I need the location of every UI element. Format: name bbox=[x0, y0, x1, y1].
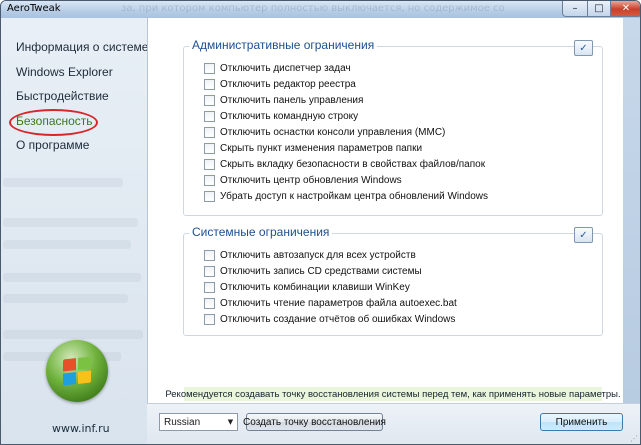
close-icon: ✕ bbox=[621, 3, 631, 14]
option-disable-mmc[interactable]: Отключить оснастки консоли управления (M… bbox=[204, 125, 445, 139]
checkbox[interactable] bbox=[204, 265, 215, 277]
resize-grip-icon[interactable]: ⋰ bbox=[630, 435, 638, 443]
sidebar: Информация о системе Windows Explorer Бы… bbox=[1, 18, 148, 444]
sidebar-item-system-info[interactable]: Информация о системе bbox=[16, 40, 148, 54]
system-restrictions-group: Системные ограничения ✓ Отключить автоза… bbox=[183, 225, 603, 336]
window-edge-strip bbox=[623, 18, 640, 403]
glass-blur-decoration bbox=[3, 330, 143, 339]
option-disable-registry-editor[interactable]: Отключить редактор реестра bbox=[204, 77, 356, 91]
admin-restrictions-group: Административные ограничения ✓ Отключить… bbox=[183, 38, 603, 216]
option-disable-cd-burning[interactable]: Отключить запись CD средствами системы bbox=[204, 264, 422, 278]
checkbox[interactable] bbox=[204, 110, 215, 122]
checkbox[interactable] bbox=[204, 126, 215, 138]
footer-bar: Russian ▼ Создать точку восстановления П… bbox=[147, 403, 640, 444]
windows-flag-icon bbox=[63, 356, 91, 386]
system-select-all-button[interactable]: ✓ bbox=[574, 227, 593, 243]
language-select-value: Russian bbox=[164, 416, 201, 428]
glass-blur-decoration bbox=[3, 294, 128, 303]
admin-select-all-button[interactable]: ✓ bbox=[574, 40, 593, 56]
glass-blur-decoration bbox=[3, 178, 123, 187]
sidebar-item-about[interactable]: О программе bbox=[16, 138, 89, 152]
option-hide-security-tab[interactable]: Скрыть вкладку безопасности в свойствах … bbox=[204, 157, 485, 171]
option-disable-control-panel[interactable]: Отключить панель управления bbox=[204, 93, 363, 107]
checkbox[interactable] bbox=[204, 297, 215, 309]
windows-flag-orb-icon bbox=[46, 340, 108, 402]
glass-blur-decoration bbox=[3, 273, 141, 282]
sidebar-item-security[interactable]: Безопасность bbox=[16, 114, 93, 128]
close-button[interactable]: ✕ bbox=[610, 1, 640, 17]
checkbox[interactable] bbox=[204, 313, 215, 325]
option-remove-update-settings[interactable]: Убрать доступ к настройкам центра обновл… bbox=[204, 189, 488, 203]
create-restore-point-button[interactable]: Создать точку восстановления bbox=[243, 413, 386, 431]
glass-blur-decoration bbox=[3, 240, 131, 249]
maximize-icon: □ bbox=[594, 3, 604, 14]
checkbox[interactable] bbox=[204, 190, 215, 202]
option-disable-winkey[interactable]: Отключить комбинации клавиши WinKey bbox=[204, 280, 410, 294]
admin-restrictions-title: Административные ограничения bbox=[189, 38, 378, 52]
apply-button[interactable]: Применить bbox=[540, 413, 623, 431]
language-select[interactable]: Russian ▼ bbox=[159, 413, 238, 431]
option-disable-autorun[interactable]: Отключить автозапуск для всех устройств bbox=[204, 248, 416, 262]
app-window: AeroTweak за, при котором компьютер полн… bbox=[0, 0, 641, 445]
checkbox[interactable] bbox=[204, 94, 215, 106]
option-disable-task-manager[interactable]: Отключить диспетчер задач bbox=[204, 61, 351, 75]
option-hide-folder-options[interactable]: Скрыть пункт изменения параметров папки bbox=[204, 141, 422, 155]
checkbox[interactable] bbox=[204, 158, 215, 170]
minimize-button[interactable]: – bbox=[562, 1, 588, 17]
checkbox[interactable] bbox=[204, 62, 215, 74]
sidebar-item-performance[interactable]: Быстродействие bbox=[16, 89, 109, 103]
checkbox[interactable] bbox=[204, 249, 215, 261]
system-restrictions-title: Системные ограничения bbox=[189, 225, 333, 239]
settings-panel: Административные ограничения ✓ Отключить… bbox=[147, 18, 624, 403]
checkbox[interactable] bbox=[204, 78, 215, 90]
check-all-icon: ✓ bbox=[579, 42, 588, 54]
check-all-icon: ✓ bbox=[579, 229, 588, 241]
background-window-text: за, при котором компьютер полностью выкл… bbox=[121, 3, 505, 14]
checkbox[interactable] bbox=[204, 174, 215, 186]
option-disable-command-prompt[interactable]: Отключить командную строку bbox=[204, 109, 358, 123]
option-disable-error-reports[interactable]: Отключить создание отчётов об ошибках Wi… bbox=[204, 312, 455, 326]
window-title: AeroTweak bbox=[7, 3, 61, 14]
glass-blur-decoration bbox=[3, 218, 138, 227]
title-bar[interactable]: AeroTweak за, при котором компьютер полн… bbox=[1, 1, 640, 18]
checkbox[interactable] bbox=[204, 142, 215, 154]
minimize-icon: – bbox=[572, 3, 578, 14]
option-disable-autoexec[interactable]: Отключить чтение параметров файла autoex… bbox=[204, 296, 457, 310]
checkbox[interactable] bbox=[204, 281, 215, 293]
option-disable-windows-update[interactable]: Отключить центр обновления Windows bbox=[204, 173, 402, 187]
maximize-button[interactable]: □ bbox=[587, 1, 611, 17]
restore-point-notice: Рекомендуется создавать точку восстановл… bbox=[165, 387, 621, 401]
sidebar-item-windows-explorer[interactable]: Windows Explorer bbox=[16, 65, 113, 79]
chevron-down-icon[interactable]: ▼ bbox=[224, 414, 237, 430]
site-url[interactable]: www.inf.ru bbox=[52, 422, 110, 435]
